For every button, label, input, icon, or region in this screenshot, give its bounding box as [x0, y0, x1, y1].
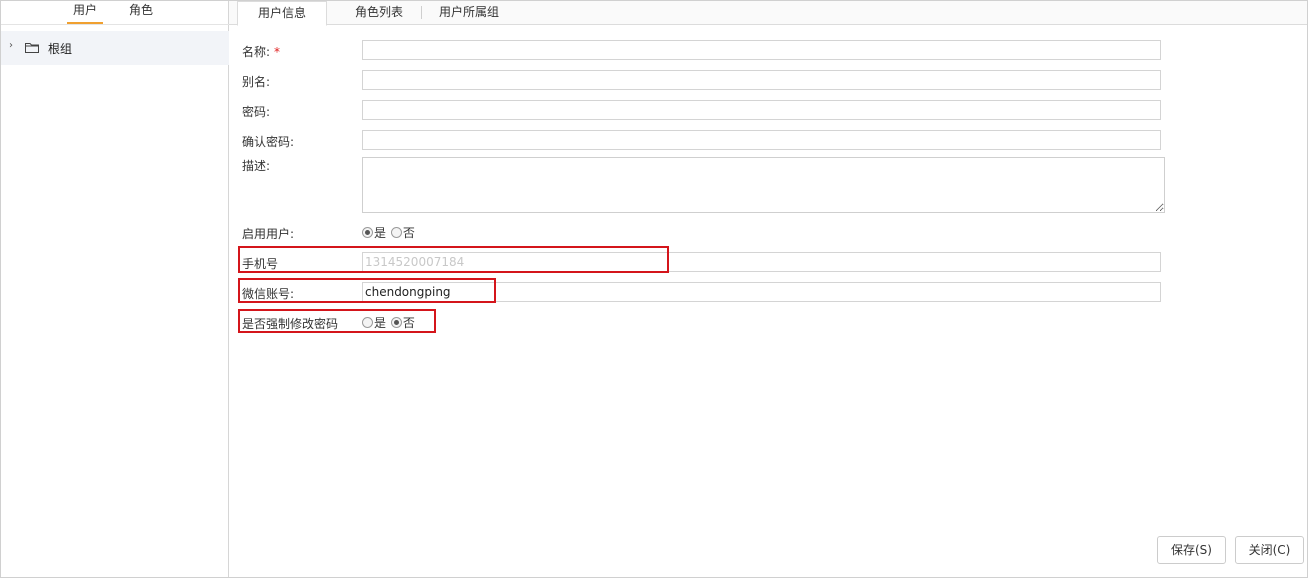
- confirm-password-input[interactable]: [362, 130, 1161, 150]
- tab-separator: [421, 6, 422, 19]
- tab-users[interactable]: 用户: [67, 1, 103, 24]
- tree-node-root[interactable]: › 根组: [1, 31, 229, 65]
- detail-tabs: 用户信息 角色列表 用户所属组: [229, 1, 1307, 26]
- enable-user-radios: 是 否: [362, 224, 416, 241]
- right-panel: 用户信息 角色列表 用户所属组 名称: * 别名: 密码: 确认密码: 描述: 启…: [229, 1, 1307, 577]
- confirm-password-label: 确认密码:: [242, 135, 295, 149]
- description-textarea[interactable]: [362, 157, 1165, 213]
- left-panel: 用户 角色 › 根组: [1, 1, 229, 577]
- name-label-text: 名称:: [242, 45, 271, 59]
- tree-node-label: 根组: [48, 42, 73, 56]
- enable-yes-label: 是: [374, 226, 387, 240]
- enable-no-label: 否: [402, 226, 415, 240]
- name-label: 名称: *: [242, 43, 280, 60]
- name-input[interactable]: [362, 40, 1161, 60]
- enable-no-radio[interactable]: [390, 227, 402, 238]
- alias-input[interactable]: [362, 70, 1161, 90]
- tab-role-list[interactable]: 角色列表: [337, 1, 421, 25]
- password-label: 密码:: [242, 105, 271, 119]
- folder-icon: [25, 43, 39, 53]
- left-tabs: 用户 角色: [1, 1, 229, 25]
- highlight-box-phone: [238, 246, 669, 273]
- description-label: 描述:: [242, 159, 271, 173]
- chevron-right-icon[interactable]: ›: [9, 40, 13, 51]
- tab-user-groups[interactable]: 用户所属组: [427, 1, 511, 25]
- enable-yes-radio[interactable]: [362, 227, 373, 238]
- required-mark: *: [274, 45, 281, 59]
- alias-label: 别名:: [242, 75, 271, 89]
- highlight-box-wechat: [238, 278, 496, 303]
- highlight-box-force-change: [238, 309, 436, 333]
- enable-user-label: 启用用户:: [242, 227, 295, 241]
- password-input[interactable]: [362, 100, 1161, 120]
- close-button[interactable]: 关闭(C): [1235, 536, 1304, 564]
- tab-user-info[interactable]: 用户信息: [237, 1, 327, 26]
- tab-roles[interactable]: 角色: [123, 1, 159, 24]
- save-button[interactable]: 保存(S): [1157, 536, 1226, 564]
